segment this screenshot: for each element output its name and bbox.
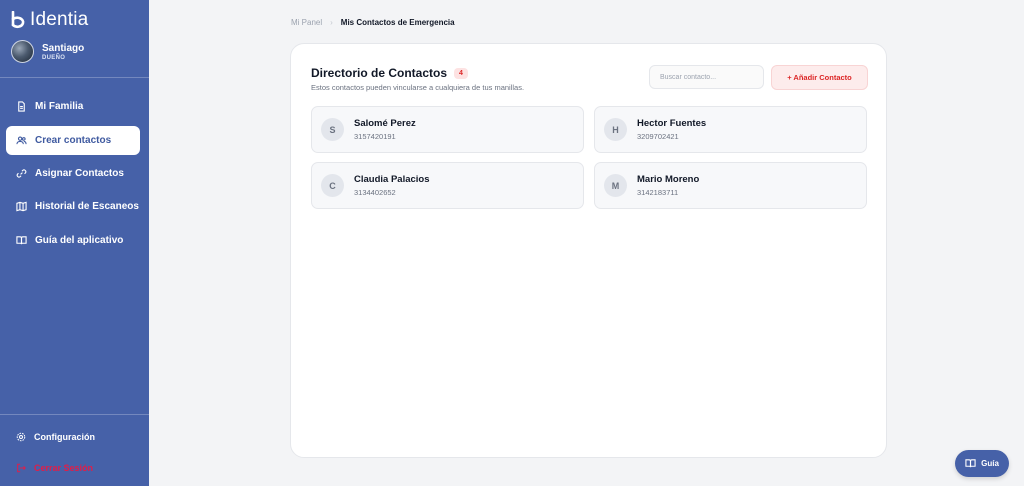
logout-icon — [17, 463, 26, 473]
contact-card[interactable]: M Mario Moreno 3142183711 — [594, 162, 867, 209]
sidebar-item-mi-familia[interactable]: Mi Familia — [6, 92, 140, 121]
users-icon — [16, 136, 27, 145]
gear-icon — [16, 432, 26, 442]
breadcrumb-current: Mis Contactos de Emergencia — [340, 18, 455, 27]
search-input[interactable] — [649, 65, 764, 89]
settings-link[interactable]: Configuración — [16, 432, 95, 442]
brand-name: Identia — [30, 9, 89, 30]
file-icon — [18, 101, 25, 112]
contact-phone: 3134402652 — [354, 188, 396, 197]
book-icon — [965, 459, 976, 468]
avatar — [11, 40, 34, 63]
count-badge: 4 — [454, 67, 468, 79]
breadcrumb: Mi Panel › Mis Contactos de Emergencia — [291, 18, 455, 27]
contact-name: Claudia Palacios — [354, 174, 430, 185]
directory-title: Directorio de Contactos — [311, 66, 448, 80]
directory-subtitle: Estos contactos pueden vincularse a cual… — [311, 83, 525, 92]
user-role: DUEÑO — [42, 54, 66, 61]
contacts-panel: Directorio de Contactos 4 Estos contacto… — [290, 43, 887, 458]
sidebar-divider — [0, 77, 149, 78]
chevron-right-icon: › — [330, 18, 333, 27]
sidebar: Identia Santiago DUEÑO Mi Familia Crear … — [0, 0, 149, 486]
sidebar-item-label: Guía del aplicativo — [35, 235, 124, 246]
contact-name: Mario Moreno — [637, 174, 700, 185]
user-profile[interactable]: Santiago DUEÑO — [11, 40, 84, 63]
sidebar-divider — [0, 414, 149, 415]
contact-initial-avatar: C — [321, 174, 344, 197]
contact-initial-avatar: S — [321, 118, 344, 141]
book-icon — [16, 236, 27, 245]
sidebar-item-historial[interactable]: Historial de Escaneos — [6, 192, 140, 221]
map-icon — [16, 201, 27, 212]
brand-logo[interactable]: Identia — [10, 9, 88, 31]
sidebar-item-asignar-contactos[interactable]: Asignar Contactos — [6, 159, 140, 188]
identia-logo-icon — [11, 11, 25, 29]
logout-link[interactable]: Cerrar Sesión — [16, 463, 93, 473]
contact-phone: 3157420191 — [354, 132, 396, 141]
contact-card[interactable]: C Claudia Palacios 3134402652 — [311, 162, 584, 209]
contact-card[interactable]: S Salomé Perez 3157420191 — [311, 106, 584, 153]
sidebar-item-crear-contactos[interactable]: Crear contactos — [6, 126, 140, 155]
sidebar-item-label: Crear contactos — [35, 135, 112, 146]
sidebar-item-label: Historial de Escaneos — [35, 201, 139, 212]
sidebar-item-label: Mi Familia — [35, 101, 84, 112]
contact-name: Salomé Perez — [354, 118, 416, 129]
contact-initial-avatar: M — [604, 174, 627, 197]
settings-label: Configuración — [34, 432, 95, 442]
breadcrumb-parent[interactable]: Mi Panel — [291, 18, 322, 27]
user-name: Santiago — [42, 42, 85, 54]
add-contact-button[interactable]: + Añadir Contacto — [771, 65, 868, 90]
page-title: Directorio de Contactos 4 — [311, 66, 468, 80]
contact-name: Hector Fuentes — [637, 118, 707, 129]
guide-button[interactable]: Guía — [955, 450, 1009, 477]
link-icon — [16, 169, 27, 178]
sidebar-item-guia[interactable]: Guía del aplicativo — [6, 226, 140, 255]
contact-phone: 3142183711 — [637, 188, 679, 197]
sidebar-item-label: Asignar Contactos — [35, 168, 124, 179]
contact-card[interactable]: H Hector Fuentes 3209702421 — [594, 106, 867, 153]
guide-button-label: Guía — [981, 459, 999, 468]
contact-phone: 3209702421 — [637, 132, 679, 141]
contact-initial-avatar: H — [604, 118, 627, 141]
logout-label: Cerrar Sesión — [34, 463, 94, 473]
